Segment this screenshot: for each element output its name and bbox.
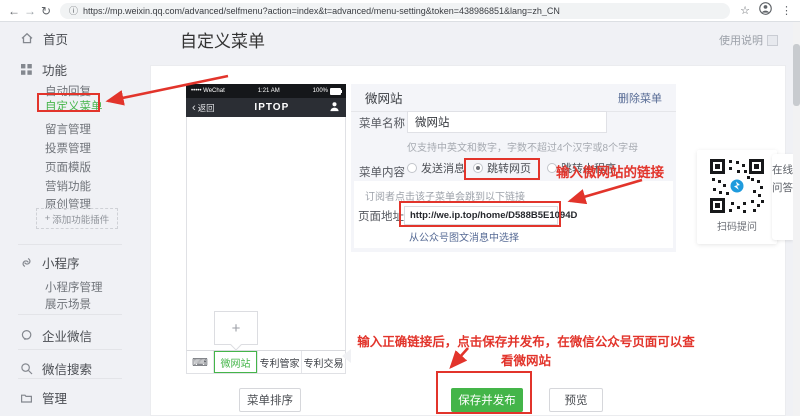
menu-name-hint: 仅支持中英文和数字，字数不超过4个汉字或8个字母: [407, 139, 638, 154]
phone-menu-bar: ⌨ 微网站 专利管家 专利交易: [186, 350, 346, 374]
annotation-save-tip: 输入正确链接后，点击保存并发布，在微信公众号页面可以查看微网站: [353, 331, 699, 369]
browser-reload-icon[interactable]: ↻: [38, 4, 54, 18]
radio-icon: [407, 163, 417, 173]
radio-jump-webpage[interactable]: 跳转网页: [473, 161, 531, 175]
menu-tab-patent-butler[interactable]: 专利管家: [258, 351, 302, 373]
page-title: 自定义菜单: [180, 27, 265, 52]
sidebar-item-auto-reply[interactable]: 自动回复: [45, 83, 91, 97]
profile-avatar-icon[interactable]: [759, 2, 772, 20]
pick-from-articles-link[interactable]: 从公众号图文消息中选择: [409, 229, 519, 244]
browser-menu-icon[interactable]: ⋮: [781, 4, 792, 17]
miniprogram-icon: [20, 256, 33, 269]
battery-icon: [330, 88, 341, 95]
add-plugin-button[interactable]: + 添加功能插件: [36, 208, 118, 229]
qr-code-image: [709, 158, 765, 214]
sidebar-item-label: 管理: [42, 388, 67, 407]
usage-help-link[interactable]: 使用说明: [719, 32, 778, 48]
scrollbar[interactable]: [793, 22, 800, 416]
link-settings-box: 订阅者点击该子菜单会跳到以下链接 页面地址 http://we.ip.top/h…: [354, 181, 673, 248]
sidebar-item-home[interactable]: 首页: [20, 30, 68, 46]
chat-bubble-icon: [20, 329, 33, 342]
page-url-input[interactable]: http://we.ip.top/home/D588B5E1094D: [404, 206, 558, 225]
home-icon: [20, 31, 34, 45]
keyboard-icon[interactable]: ⌨: [187, 351, 214, 373]
panel-title: 微网站: [365, 88, 403, 107]
help-doc-icon: [767, 35, 778, 46]
browser-back-icon[interactable]: ←: [6, 4, 22, 18]
sidebar-item-miniprogram-manage[interactable]: 小程序管理: [45, 279, 103, 293]
sidebar-item-manage[interactable]: 管理: [20, 389, 67, 405]
qr-caption: 扫码提问: [717, 218, 757, 233]
battery-percent: 100%: [313, 88, 328, 94]
qr-help-card[interactable]: 扫码提问: [697, 150, 777, 244]
sidebar-item-page-template[interactable]: 页面模版: [45, 159, 91, 173]
plus-icon: +: [45, 213, 51, 224]
folder-icon: [20, 391, 33, 404]
phone-status-bar: ••••• WeChat 1:21 AM 100%: [186, 84, 346, 98]
save-publish-button[interactable]: 保存并发布: [451, 388, 523, 412]
sidebar-item-custom-menu[interactable]: 自定义菜单: [45, 98, 103, 112]
clock-label: 1:21 AM: [258, 88, 280, 94]
site-info-icon[interactable]: ⓘ: [69, 4, 78, 17]
mp-admin-page: 首页 功能 自动回复 自定义菜单 留言管理 投票管理 页面模版 营销功能 原创管…: [0, 22, 800, 416]
link-hint: 订阅者点击该子菜单会跳到以下链接: [365, 188, 525, 203]
menu-tab-weiwebsite[interactable]: 微网站: [214, 351, 258, 373]
menu-sort-button[interactable]: 菜单排序: [239, 388, 301, 412]
sidebar-section-miniprogram[interactable]: 小程序: [20, 254, 80, 270]
sidebar-item-work-wechat[interactable]: 企业微信: [20, 327, 92, 343]
menu-tab-patent-trade[interactable]: 专利交易: [302, 351, 345, 373]
chevron-left-icon: ‹: [192, 103, 196, 113]
sidebar-item-marketing[interactable]: 营销功能: [45, 178, 91, 192]
account-title: IPTOP: [215, 102, 329, 113]
sidebar-item-display-scene[interactable]: 展示场景: [45, 296, 91, 310]
phone-nav-bar: ‹ 返回 IPTOP: [186, 98, 346, 117]
carrier-label: ••••• WeChat: [191, 88, 225, 94]
grid-icon: [20, 63, 33, 76]
back-button[interactable]: ‹ 返回: [192, 102, 215, 114]
online-qa-tab[interactable]: 在线问答: [772, 154, 793, 240]
sidebar-section-label: 小程序: [42, 253, 80, 272]
sidebar-section-features[interactable]: 功能: [20, 61, 67, 77]
search-icon: [20, 362, 33, 375]
sidebar-item-label: 首页: [43, 29, 68, 48]
radio-send-message[interactable]: 发送消息: [407, 161, 465, 175]
sidebar-item-comments[interactable]: 留言管理: [45, 121, 91, 135]
browser-toolbar: ← → ↻ ⓘ https://mp.weixin.qq.com/advance…: [0, 0, 800, 22]
panel-pointer: [342, 349, 351, 363]
person-icon[interactable]: [329, 99, 340, 117]
sidebar-section-label: 功能: [42, 60, 67, 79]
menu-name-label: 菜单名称: [359, 115, 405, 131]
sidebar-item-label: 企业微信: [42, 326, 92, 345]
preview-button[interactable]: 预览: [549, 388, 603, 412]
menu-content-label: 菜单内容: [359, 164, 405, 180]
divider: [18, 244, 122, 245]
sidebar-item-wechat-search[interactable]: 微信搜索: [20, 360, 92, 376]
annotation-link-tip: 输入微网站的链接: [556, 161, 664, 181]
page-url-label: 页面地址: [358, 208, 404, 224]
radio-icon: [473, 163, 483, 173]
bookmark-star-icon[interactable]: ☆: [740, 4, 750, 17]
sidebar-item-label: 微信搜索: [42, 359, 92, 378]
delete-menu-link[interactable]: 删除菜单: [618, 90, 662, 106]
address-bar[interactable]: ⓘ https://mp.weixin.qq.com/advanced/self…: [60, 3, 730, 19]
menu-editor-card: ••••• WeChat 1:21 AM 100% ‹ 返回 IPTOP + ⌨…: [150, 65, 786, 416]
browser-forward-icon[interactable]: →: [22, 4, 38, 18]
divider: [18, 349, 122, 350]
sidebar-item-votes[interactable]: 投票管理: [45, 140, 91, 154]
phone-preview: ••••• WeChat 1:21 AM 100% ‹ 返回 IPTOP + ⌨…: [186, 84, 346, 374]
menu-name-input[interactable]: 微网站: [407, 111, 607, 133]
divider: [18, 314, 122, 315]
phone-screen: +: [186, 117, 346, 350]
url-text: https://mp.weixin.qq.com/advanced/selfme…: [83, 6, 560, 16]
scrollbar-thumb[interactable]: [793, 44, 800, 106]
divider: [18, 378, 122, 379]
